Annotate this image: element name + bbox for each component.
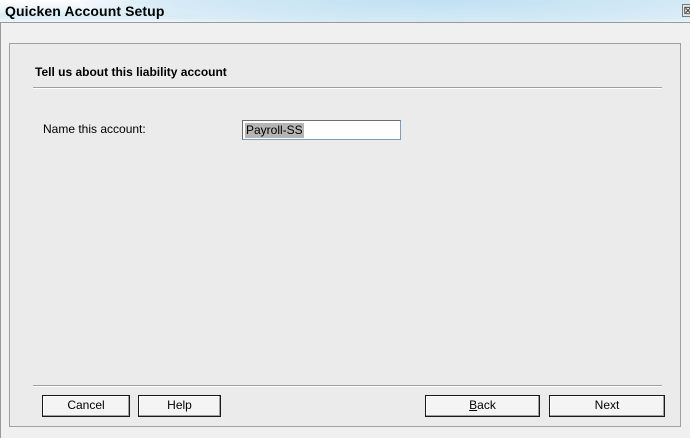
- title-bar[interactable]: Quicken Account Setup ⊠: [0, 0, 690, 22]
- title-bar-glow: [80, 0, 690, 22]
- account-name-input[interactable]: [242, 120, 401, 140]
- back-label-rest: ack: [477, 398, 496, 412]
- window-title: Quicken Account Setup: [5, 3, 165, 19]
- help-button[interactable]: Help: [138, 395, 221, 417]
- close-icon[interactable]: ⊠: [682, 4, 690, 17]
- back-mnemonic: B: [469, 398, 478, 412]
- setup-panel: [9, 43, 681, 427]
- panel-heading: Tell us about this liability account: [35, 65, 227, 79]
- cancel-button[interactable]: Cancel: [42, 395, 130, 417]
- footer-divider: [33, 385, 662, 387]
- heading-divider: [33, 87, 662, 89]
- back-button[interactable]: Back: [425, 395, 540, 417]
- account-name-label: Name this account:: [43, 122, 146, 136]
- next-button[interactable]: Next: [549, 395, 665, 417]
- account-setup-window: Quicken Account Setup ⊠ Tell us about th…: [0, 0, 690, 438]
